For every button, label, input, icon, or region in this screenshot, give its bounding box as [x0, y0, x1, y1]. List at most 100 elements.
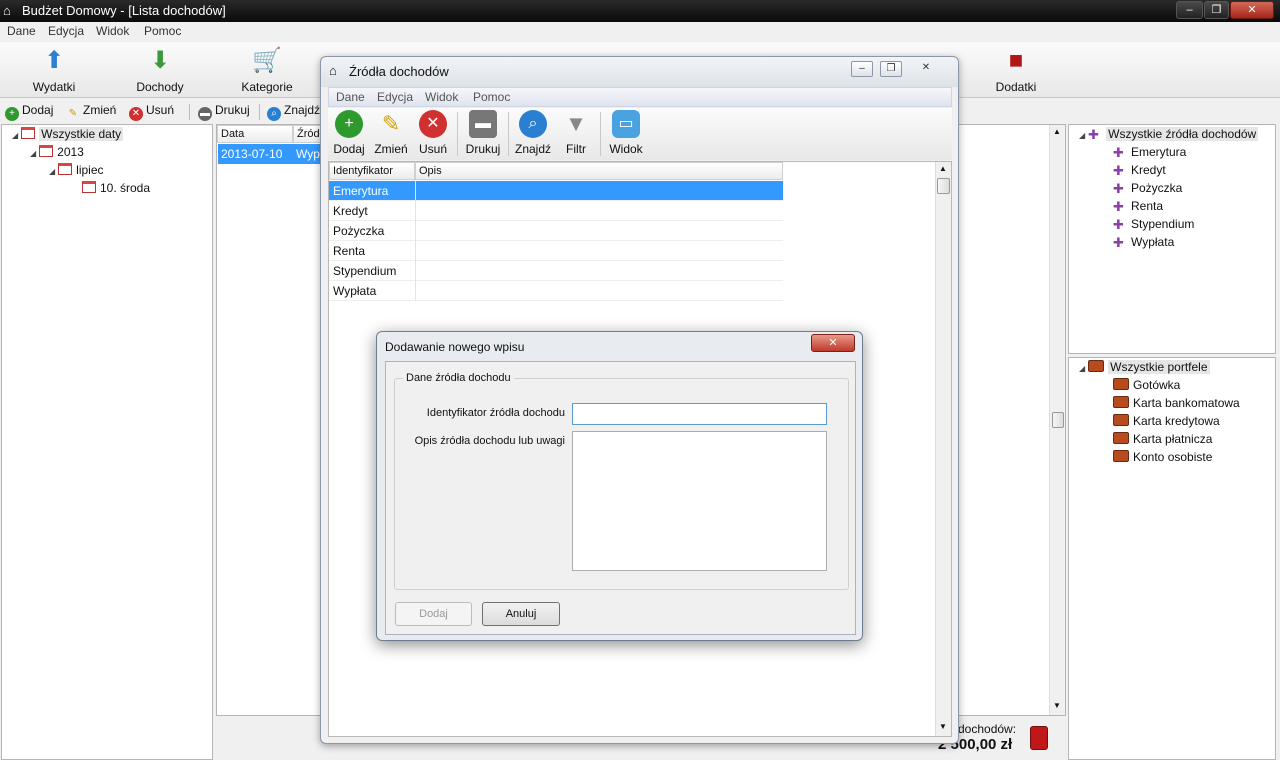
table-row[interactable]: Stypendium [329, 261, 783, 281]
add-entry-dialog: Dodawanie nowego wpisu ✕ Dane źródła doc… [376, 331, 863, 641]
menu-pomoc[interactable]: Pomoc [144, 24, 181, 38]
sources-filtr-button[interactable]: ▼ Filtr [557, 110, 595, 156]
cell-date: 2013-07-10 [221, 147, 283, 161]
expand-arrow-icon: ◢ [49, 167, 56, 176]
sources-menu-edycja[interactable]: Edycja [377, 90, 413, 104]
puzzle-icon: ✚ [1113, 235, 1124, 250]
scroll-up-icon[interactable]: ▲ [939, 164, 947, 173]
scroll-thumb[interactable] [1052, 412, 1064, 428]
column-header-source[interactable]: Źródło [293, 125, 328, 143]
toolbar-separator [600, 112, 601, 156]
tree-item-wallet[interactable]: Konto osobiste [1113, 450, 1212, 464]
table-row[interactable]: 2013-07-10 Wypł [218, 144, 323, 164]
add-button[interactable]: Dodaj [395, 602, 472, 626]
column-header-date[interactable]: Data [217, 125, 293, 143]
dialog-body: Dane źródła dochodu Identyfikator źródła… [385, 361, 856, 635]
tree-item-source[interactable]: ✚ Wypłata [1113, 235, 1174, 250]
tree-item-all-wallets[interactable]: ◢ Wszystkie portfele [1079, 360, 1210, 374]
dodaj-small-button[interactable]: + Dodaj [5, 103, 53, 121]
column-header-id[interactable]: Identyfikator [329, 162, 415, 180]
sources-drukuj-button[interactable]: ▬ Drukuj [464, 110, 502, 156]
list-toolbar: + Dodaj ✎ Zmień ✕ Usuń ▬ Drukuj ⌕ Znajdź [0, 100, 330, 124]
znajdz-small-label: Znajdź [284, 103, 321, 117]
desc-label: Opis źródła dochodu lub uwagi [414, 435, 565, 447]
pencil-icon: ✎ [68, 108, 78, 119]
dodatki-button[interactable]: ■ Dodatki [976, 44, 1056, 96]
desc-textarea[interactable] [572, 431, 827, 571]
pencil-icon: ✎ [381, 111, 401, 136]
tree-item-source[interactable]: ✚ Renta [1113, 199, 1163, 214]
close-button[interactable]: ✕ [1230, 1, 1274, 19]
sources-close-button[interactable]: ✕ [907, 61, 945, 77]
tree-item-day[interactable]: 10. środa [82, 181, 150, 195]
table-row[interactable]: Pożyczka [329, 221, 783, 241]
sources-minimize-button[interactable]: ‒ [851, 61, 873, 77]
sources-zmien-button[interactable]: ✎ Zmień [372, 110, 410, 156]
home-icon: ⌂ [329, 63, 337, 78]
menu-widok[interactable]: Widok [96, 24, 129, 38]
scroll-thumb[interactable] [937, 178, 950, 194]
tree-item-wallet[interactable]: Karta bankomatowa [1113, 396, 1240, 410]
search-icon: ⌕ [267, 107, 281, 121]
zmien-small-button[interactable]: ✎ Zmień [66, 103, 117, 121]
sources-maximize-button[interactable]: ❐ [880, 61, 902, 77]
tree-item-all-sources[interactable]: ◢ ✚ Wszystkie źródła dochodów [1079, 127, 1259, 142]
scroll-down-icon[interactable]: ▼ [1053, 701, 1061, 710]
tree-label: Karta płatnicza [1133, 432, 1213, 446]
expand-arrow-icon: ◢ [30, 149, 37, 158]
window-icon: ▭ [612, 110, 640, 138]
sources-menu-widok[interactable]: Widok [425, 90, 458, 104]
tree-item-source[interactable]: ✚ Emerytura [1113, 145, 1186, 160]
tree-item-source[interactable]: ✚ Kredyt [1113, 163, 1166, 178]
sources-znajdz-button[interactable]: ⌕ Znajdź [514, 110, 552, 156]
drukuj-small-button[interactable]: ▬ Drukuj [198, 103, 250, 121]
printer-icon: ▬ [469, 110, 497, 138]
usun-small-button[interactable]: ✕ Usuń [129, 103, 174, 121]
tree-item-year[interactable]: ◢ 2013 [30, 145, 84, 159]
toolbar-separator [189, 104, 190, 120]
table-row[interactable]: Renta [329, 241, 783, 261]
tree-item-wallet[interactable]: Karta płatnicza [1113, 432, 1212, 446]
sources-widok-button[interactable]: ▭ Widok [607, 110, 645, 156]
sources-menu-pomoc[interactable]: Pomoc [473, 90, 510, 104]
tree-item-source[interactable]: ✚ Stypendium [1113, 217, 1194, 232]
tree-item-source[interactable]: ✚ Pożyczka [1113, 181, 1182, 196]
column-header-desc[interactable]: Opis [415, 162, 783, 180]
calendar-icon [82, 181, 96, 193]
tree-label: Wypłata [1131, 235, 1175, 249]
tree-label: Wszystkie daty [39, 127, 124, 141]
id-input[interactable] [572, 403, 827, 425]
sources-menu-dane[interactable]: Dane [336, 90, 365, 104]
menu-dane[interactable]: Dane [7, 24, 36, 38]
button-label: Widok [609, 142, 643, 156]
printer-icon: ▬ [198, 107, 212, 121]
tree-item-wallet[interactable]: Karta kredytowa [1113, 414, 1220, 428]
table-row[interactable]: Emerytura [329, 181, 783, 201]
toolbar-separator [508, 112, 509, 156]
sources-window-title: Źródła dochodów [349, 64, 449, 79]
minimize-button[interactable]: ‒ [1176, 1, 1203, 19]
menu-edycja[interactable]: Edycja [48, 24, 84, 38]
tree-item-all-dates[interactable]: ◢ Wszystkie daty [12, 127, 124, 141]
grid-scrollbar[interactable]: ▲ ▼ [1049, 125, 1065, 715]
calculator-icon[interactable] [1030, 726, 1048, 750]
tree-item-wallet[interactable]: Gotówka [1113, 378, 1180, 392]
table-row[interactable]: Wypłata [329, 281, 783, 301]
wydatki-button[interactable]: ⬆ Wydatki [14, 44, 94, 96]
maximize-button[interactable]: ❐ [1204, 1, 1229, 19]
znajdz-small-button[interactable]: ⌕ Znajdź [267, 103, 320, 121]
table-row[interactable]: Kredyt [329, 201, 783, 221]
cancel-button[interactable]: Anuluj [482, 602, 560, 626]
scroll-up-icon[interactable]: ▲ [1053, 127, 1061, 136]
scroll-down-icon[interactable]: ▼ [939, 722, 947, 731]
dialog-close-button[interactable]: ✕ [811, 334, 855, 352]
sources-scrollbar[interactable]: ▲ ▼ [935, 162, 951, 736]
sources-window-titlebar[interactable]: ⌂ Źródła dochodów ‒ ❐ ✕ [321, 57, 958, 87]
home-icon: ⌂ [3, 3, 11, 18]
kategorie-button[interactable]: 🛒 Kategorie [227, 44, 307, 96]
sources-dodaj-button[interactable]: + Dodaj [330, 110, 368, 156]
sources-usun-button[interactable]: ✕ Usuń [414, 110, 452, 156]
dochody-button[interactable]: ⬇ Dochody [120, 44, 200, 96]
tree-item-month[interactable]: ◢ lipiec [49, 163, 104, 177]
expand-arrow-icon: ◢ [1079, 364, 1086, 373]
